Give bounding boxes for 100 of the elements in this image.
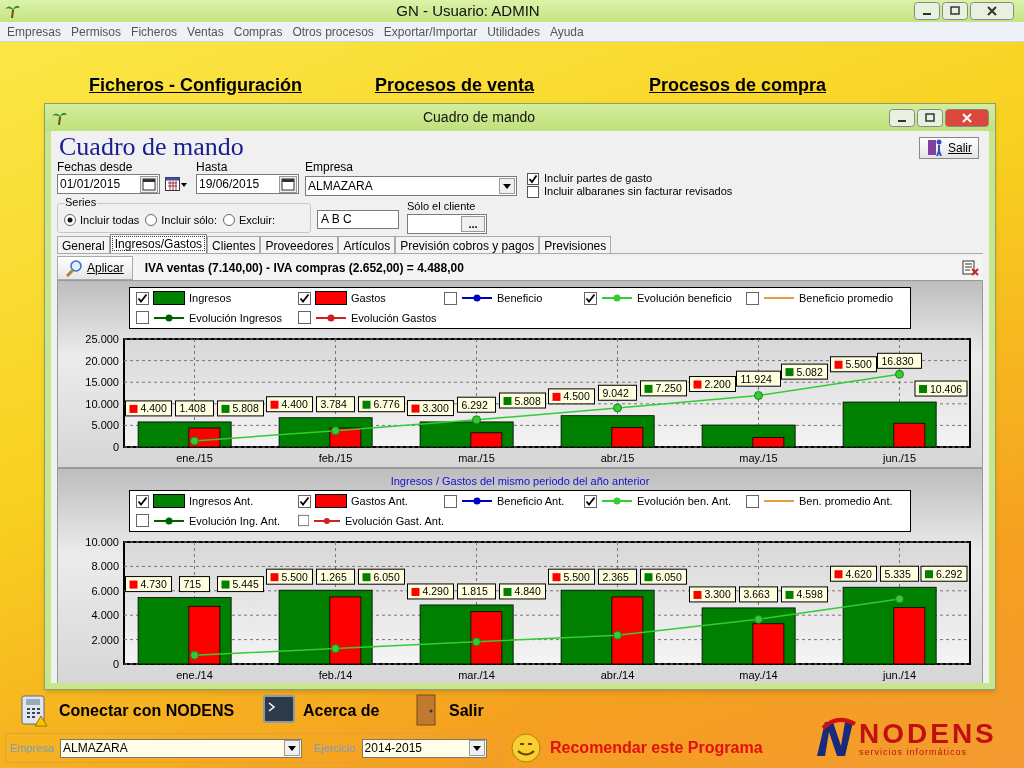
calendar-dropdown-button[interactable] xyxy=(163,174,189,194)
company-select[interactable]: ALMAZARA xyxy=(305,176,517,196)
data-label: 6.050 xyxy=(640,568,687,585)
radio-button[interactable] xyxy=(222,214,235,226)
export-icon[interactable] xyxy=(962,260,979,276)
data-label: 6.292 xyxy=(920,565,968,582)
checkbox[interactable] xyxy=(527,185,539,198)
menu-item[interactable]: Ayuda xyxy=(544,22,589,41)
legend-checkbox[interactable] xyxy=(298,494,311,508)
legend-checkbox[interactable] xyxy=(444,494,457,508)
checkbox[interactable] xyxy=(527,172,539,185)
legend-checkbox[interactable] xyxy=(584,291,597,305)
close-icon[interactable] xyxy=(945,108,989,127)
legend-checkbox[interactable] xyxy=(298,311,311,325)
company-select[interactable]: ALMAZARA xyxy=(60,738,303,758)
dialog-heading: Cuadro de mando xyxy=(58,131,244,160)
shortcut-link[interactable]: Ficheros - Configuración xyxy=(89,75,302,95)
data-label: 3.300 xyxy=(689,586,736,603)
menu-item[interactable]: Permisos xyxy=(66,22,127,41)
menu-item[interactable]: Empresas xyxy=(2,22,67,41)
exit-button[interactable]: Salir xyxy=(919,136,979,159)
axis-label: feb./14 xyxy=(318,669,353,681)
data-label: 4.400 xyxy=(125,400,172,417)
legend-label: Beneficio xyxy=(497,291,543,306)
data-label: 11.924 xyxy=(736,370,781,387)
axis-label: 5.000 xyxy=(91,419,119,432)
data-label: 4.620 xyxy=(830,565,877,582)
tab[interactable]: Clientes xyxy=(207,236,261,253)
legend-checkbox[interactable] xyxy=(584,494,597,508)
menu-item[interactable]: Otros procesos xyxy=(287,22,379,41)
date-field[interactable]: 01/01/2015 xyxy=(57,174,160,194)
legend-label: Evolución Ingresos xyxy=(189,310,282,326)
axis-label: 0 xyxy=(112,658,119,670)
legend-checkbox[interactable] xyxy=(136,494,149,508)
axis-label: may./14 xyxy=(739,669,778,681)
shortcut-link[interactable]: Procesos de venta xyxy=(375,75,535,95)
tab[interactable]: Previsiones xyxy=(539,236,612,253)
data-point xyxy=(613,403,622,413)
menu-item[interactable]: Utilidades xyxy=(482,22,545,41)
action-button[interactable]: Salir xyxy=(409,694,484,728)
close-icon[interactable] xyxy=(970,2,1014,20)
action-button[interactable]: Conectar con NODENS xyxy=(19,694,263,728)
legend-checkbox[interactable] xyxy=(746,494,759,508)
data-point xyxy=(754,391,763,400)
legend-label: Gastos Ant. xyxy=(351,494,408,509)
data-label: 5.500 xyxy=(548,568,595,585)
data-label: 6.050 xyxy=(358,568,405,585)
legend-checkbox[interactable] xyxy=(444,291,457,305)
browse-button[interactable]: ... xyxy=(461,216,485,232)
data-label: 6.776 xyxy=(358,396,405,413)
action-button[interactable]: Acerca de xyxy=(263,694,409,728)
axis-label: 25.000 xyxy=(85,333,119,345)
tab[interactable]: Proveedores xyxy=(260,236,339,253)
legend-label: Ben. promedio Ant. xyxy=(799,494,893,509)
data-point xyxy=(472,415,481,425)
radio-button[interactable] xyxy=(64,214,76,226)
data-label: 5.808 xyxy=(499,392,546,409)
axis-label: 15.000 xyxy=(85,376,119,389)
series-input[interactable]: A B C xyxy=(317,210,399,229)
data-point xyxy=(895,369,904,379)
data-point xyxy=(331,426,340,436)
client-field[interactable]: ... xyxy=(407,214,487,234)
menu-item[interactable]: Ventas xyxy=(182,22,229,41)
maximize-icon[interactable] xyxy=(917,108,943,127)
checkbox-label: Incluir albaranes sin facturar revisados xyxy=(544,184,733,200)
legend-label: Evolución ben. Ant. xyxy=(637,494,732,509)
radio-label: Incluir sólo: xyxy=(161,212,217,228)
apply-button[interactable]: Aplicar xyxy=(57,256,133,280)
field-label: Sólo el cliente xyxy=(407,200,477,213)
tab[interactable]: Previsión cobros y pagos xyxy=(395,236,540,253)
radio-button[interactable] xyxy=(145,214,158,226)
data-label: 5.082 xyxy=(781,363,828,380)
date-field[interactable]: 19/06/2015 xyxy=(196,174,299,194)
legend-checkbox[interactable] xyxy=(298,514,310,528)
menu-item[interactable]: Ficheros xyxy=(126,22,183,41)
legend-checkbox[interactable] xyxy=(746,291,759,305)
legend-checkbox[interactable] xyxy=(298,291,311,305)
data-label: 5.445 xyxy=(217,576,264,593)
year-select[interactable]: 2014-2015 xyxy=(361,738,487,758)
data-label: 1.408 xyxy=(175,400,214,417)
legend-checkbox[interactable] xyxy=(136,291,149,305)
axis-label: abr./14 xyxy=(600,669,635,681)
search-icon xyxy=(66,259,83,277)
legend-checkbox[interactable] xyxy=(136,514,149,528)
data-label: 6.292 xyxy=(457,396,496,413)
menu-item[interactable]: Exportar/Importar xyxy=(378,22,483,41)
data-label: 5.500 xyxy=(266,568,313,585)
maximize-icon[interactable] xyxy=(942,2,968,20)
shortcut-link[interactable]: Procesos de compra xyxy=(649,75,827,95)
data-label: 7.250 xyxy=(640,380,687,397)
menu-item[interactable]: Compras xyxy=(228,22,288,41)
data-label: 4.290 xyxy=(407,583,454,600)
axis-label: jun./14 xyxy=(883,669,916,681)
legend-checkbox[interactable] xyxy=(136,311,149,325)
minimize-icon[interactable] xyxy=(889,108,915,127)
calendar-dropdown-icon xyxy=(165,176,187,192)
tab[interactable]: General xyxy=(57,236,110,253)
tab[interactable]: Ingresos/Gastos xyxy=(109,234,208,253)
minimize-icon[interactable] xyxy=(914,2,940,20)
tab[interactable]: Artículos xyxy=(338,236,396,253)
